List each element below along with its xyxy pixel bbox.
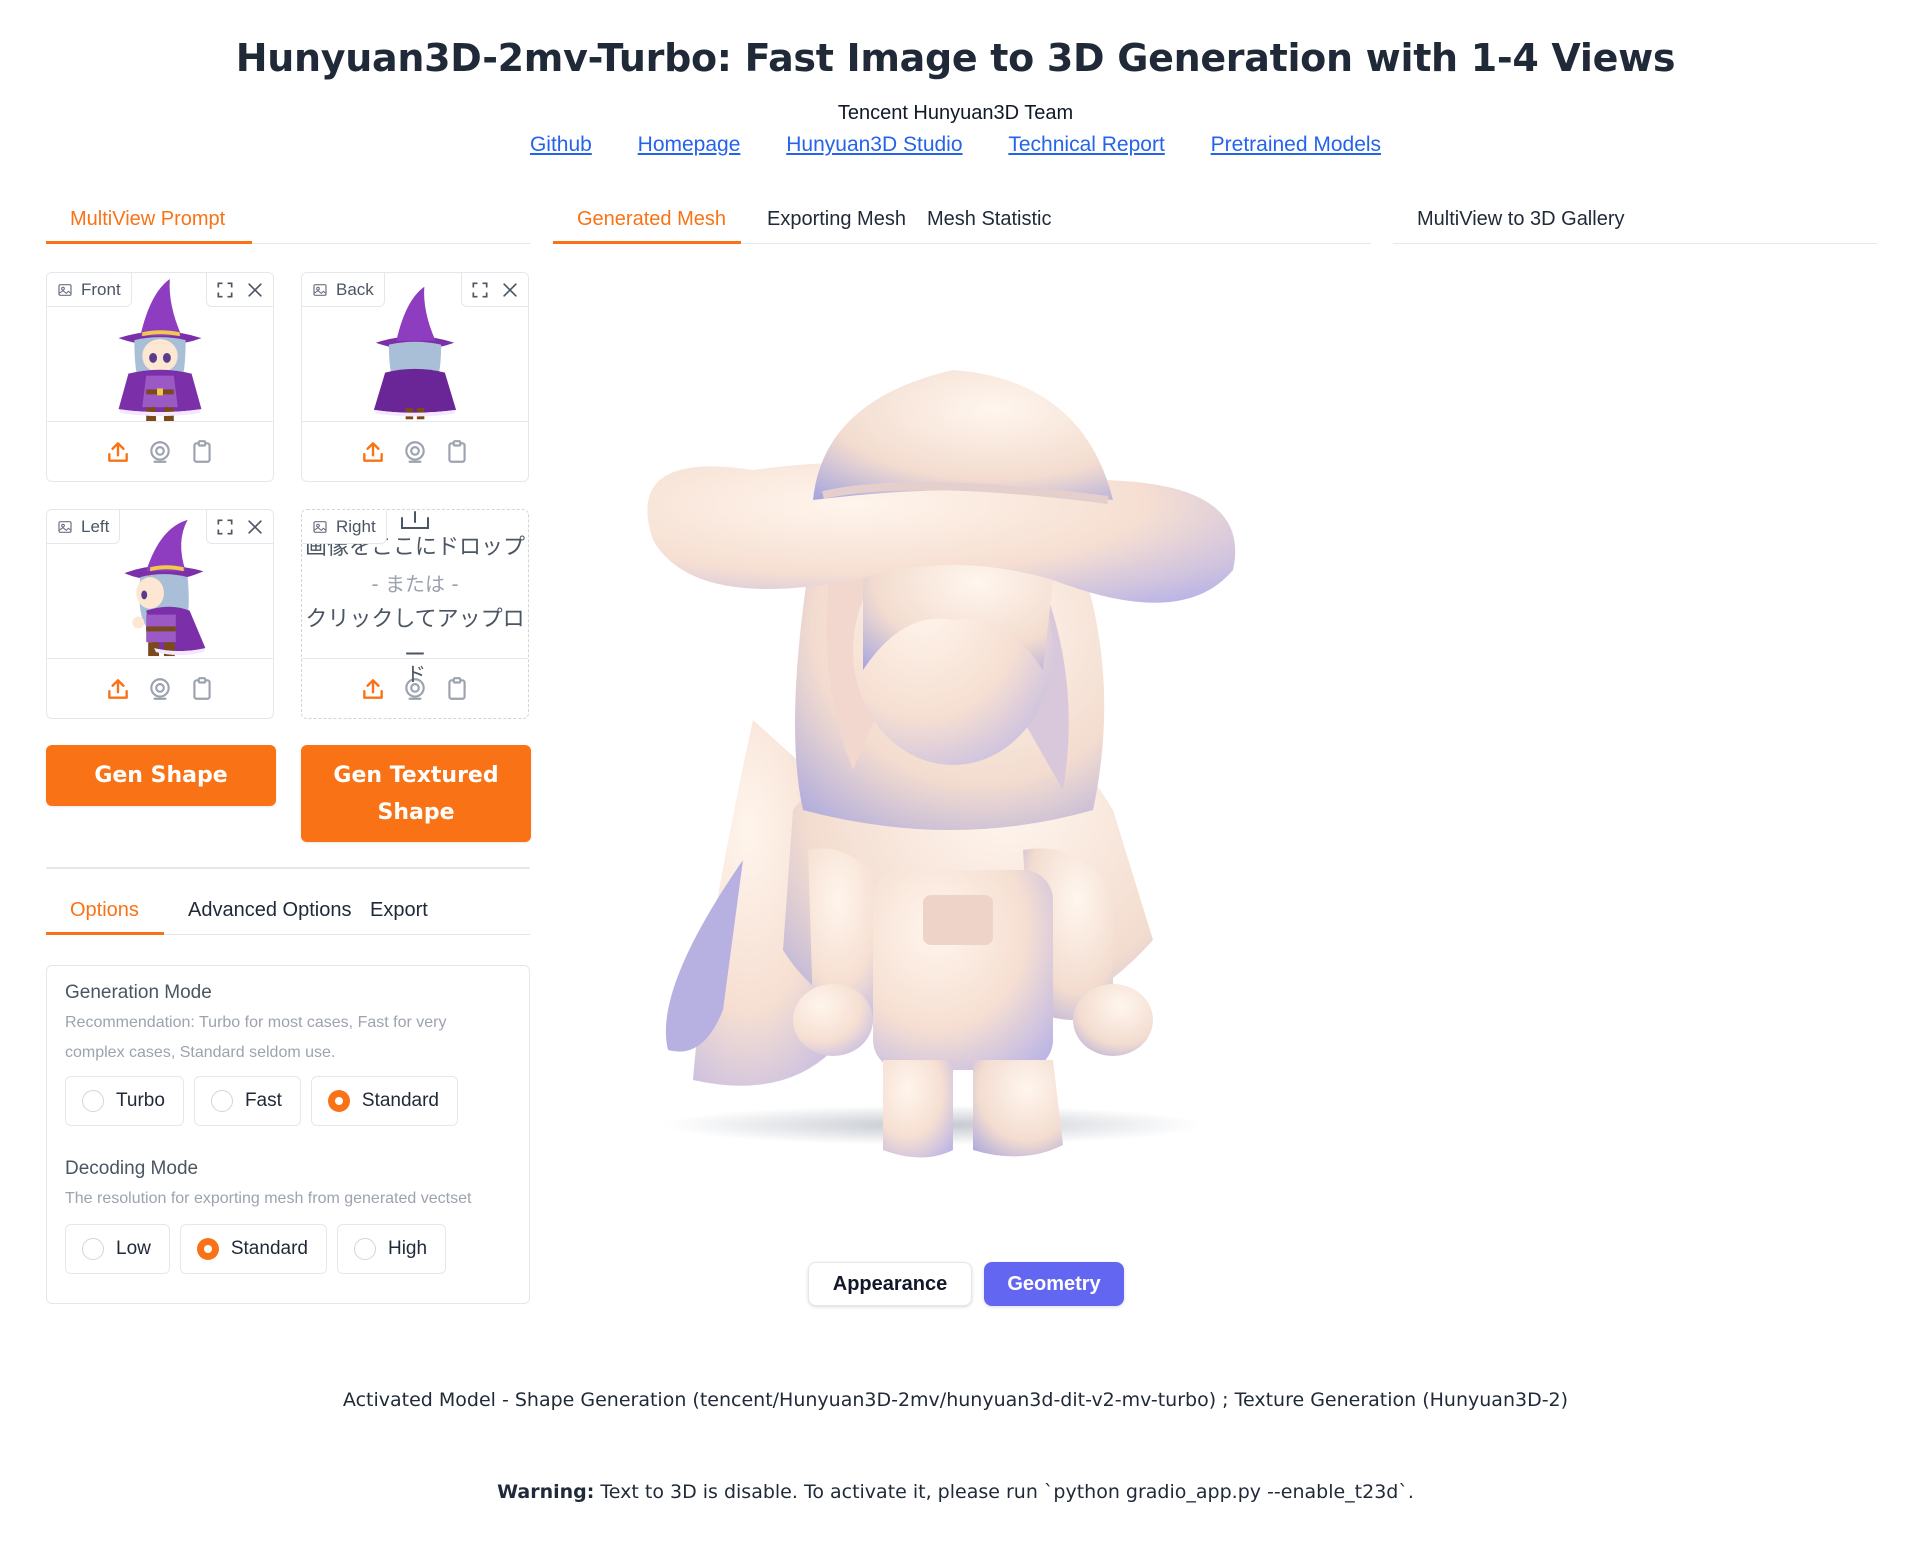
header-links: Github Homepage Hunyuan3D Studio Technic…	[0, 133, 1911, 157]
decoding-mode-label: Decoding Mode	[65, 1158, 199, 1179]
fullscreen-icon[interactable]	[470, 280, 490, 300]
decoding-mode-radio-group: Low Standard High	[65, 1224, 511, 1274]
radio-standard-generation[interactable]: Standard	[310, 1076, 459, 1126]
character-left-image	[110, 512, 210, 660]
webcam-icon[interactable]	[147, 676, 173, 702]
fullscreen-icon[interactable]	[215, 280, 235, 300]
options-tabbar: Options Advanced Options Export	[46, 887, 530, 935]
left-image-footer	[47, 658, 273, 718]
back-image-footer	[302, 421, 528, 481]
link-github[interactable]: Github	[530, 133, 592, 156]
upload-icon[interactable]	[360, 676, 386, 702]
left-image-label: Left	[47, 510, 121, 544]
upload-icon[interactable]	[105, 439, 131, 465]
close-icon[interactable]	[500, 280, 520, 300]
warning-label: Warning:	[497, 1481, 595, 1503]
image-icon	[312, 519, 328, 535]
front-image-input[interactable]: Front	[46, 272, 274, 482]
left-image-input[interactable]: Left	[46, 509, 274, 719]
right-tabbar: MultiView to 3D Gallery	[1393, 196, 1877, 244]
generation-mode-radio-group: Turbo Fast Standard	[65, 1076, 511, 1126]
image-icon	[57, 282, 73, 298]
back-image-input[interactable]: Back	[301, 272, 529, 482]
left-tabbar: MultiView Prompt	[46, 196, 530, 244]
page-header: Hunyuan3D-2mv-Turbo: Fast Image to 3D Ge…	[0, 36, 1911, 157]
tab-multiview-prompt[interactable]: MultiView Prompt	[46, 196, 252, 244]
link-hunyuan3d-studio[interactable]: Hunyuan3D Studio	[786, 133, 962, 156]
front-image-label: Front	[47, 273, 132, 307]
radio-high[interactable]: High	[336, 1224, 447, 1274]
tab-export[interactable]: Export	[346, 887, 452, 935]
radio-turbo[interactable]: Turbo	[65, 1076, 184, 1126]
tab-mesh-statistic[interactable]: Mesh Statistic	[903, 196, 1075, 244]
close-icon[interactable]	[245, 517, 265, 537]
gen-textured-shape-button[interactable]: Gen Textured Shape	[301, 745, 531, 842]
tab-generated-mesh[interactable]: Generated Mesh	[553, 196, 741, 244]
radio-fast[interactable]: Fast	[193, 1076, 301, 1126]
fullscreen-icon[interactable]	[215, 517, 235, 537]
page-subtitle: Tencent Hunyuan3D Team	[837, 102, 1074, 124]
tab-multiview-gallery[interactable]: MultiView to 3D Gallery	[1393, 196, 1648, 244]
upload-icon[interactable]	[360, 439, 386, 465]
options-panel: Generation Mode Recommendation: Turbo fo…	[46, 965, 530, 1304]
front-image-footer	[47, 421, 273, 481]
drop-instructions: 画像をここにドロップ - または - クリックしてアップロー	[302, 530, 528, 674]
decoding-mode-info: The resolution for exporting mesh from g…	[65, 1190, 472, 1207]
section-divider	[46, 867, 530, 869]
upload-tray-icon	[401, 511, 429, 529]
activated-model-text: Activated Model - Shape Generation (tenc…	[342, 1389, 1569, 1411]
tab-exporting-mesh[interactable]: Exporting Mesh	[743, 196, 930, 244]
clipboard-icon[interactable]	[444, 676, 470, 702]
back-image-actions	[461, 273, 528, 307]
center-tabbar: Generated Mesh Exporting Mesh Mesh Stati…	[553, 196, 1371, 244]
appearance-button[interactable]: Appearance	[808, 1262, 972, 1306]
upload-icon[interactable]	[105, 676, 131, 702]
clipboard-icon[interactable]	[189, 439, 215, 465]
link-homepage[interactable]: Homepage	[638, 133, 741, 156]
left-image-actions	[206, 510, 273, 544]
page-title: Hunyuan3D-2mv-Turbo: Fast Image to 3D Ge…	[235, 36, 1676, 80]
link-pretrained-models[interactable]: Pretrained Models	[1211, 133, 1381, 156]
clipboard-icon[interactable]	[444, 439, 470, 465]
right-image-label: Right	[302, 510, 387, 544]
webcam-icon[interactable]	[147, 439, 173, 465]
front-image-actions	[206, 273, 273, 307]
gen-shape-button[interactable]: Gen Shape	[46, 745, 276, 806]
image-icon	[57, 519, 73, 535]
tab-advanced-options[interactable]: Advanced Options	[164, 887, 375, 935]
generation-mode-info: Recommendation: Turbo for most cases, Fa…	[65, 1014, 447, 1061]
mesh-viewer[interactable]	[553, 250, 1371, 1250]
webcam-icon[interactable]	[402, 439, 428, 465]
radio-low[interactable]: Low	[65, 1224, 170, 1274]
link-technical-report[interactable]: Technical Report	[1008, 133, 1164, 156]
close-icon[interactable]	[245, 280, 265, 300]
generated-mesh-render	[647, 370, 1236, 1158]
tab-options[interactable]: Options	[46, 887, 164, 935]
back-image-label: Back	[302, 273, 385, 307]
image-icon	[312, 282, 328, 298]
right-image-dropzone[interactable]: Right 画像をここにドロップ - または - クリックしてアップロー ド	[301, 509, 529, 719]
radio-standard-decoding[interactable]: Standard	[179, 1224, 327, 1274]
clipboard-icon[interactable]	[189, 676, 215, 702]
warning-text: Text to 3D is disable. To activate it, p…	[594, 1481, 1414, 1503]
drop-click-text-overflow: ド	[406, 662, 426, 686]
generation-mode-label: Generation Mode	[65, 982, 212, 1003]
warning-message: Warning: Text to 3D is disable. To activ…	[0, 1481, 1911, 1503]
geometry-button[interactable]: Geometry	[984, 1262, 1124, 1306]
drop-or-text: - または -	[371, 572, 459, 596]
